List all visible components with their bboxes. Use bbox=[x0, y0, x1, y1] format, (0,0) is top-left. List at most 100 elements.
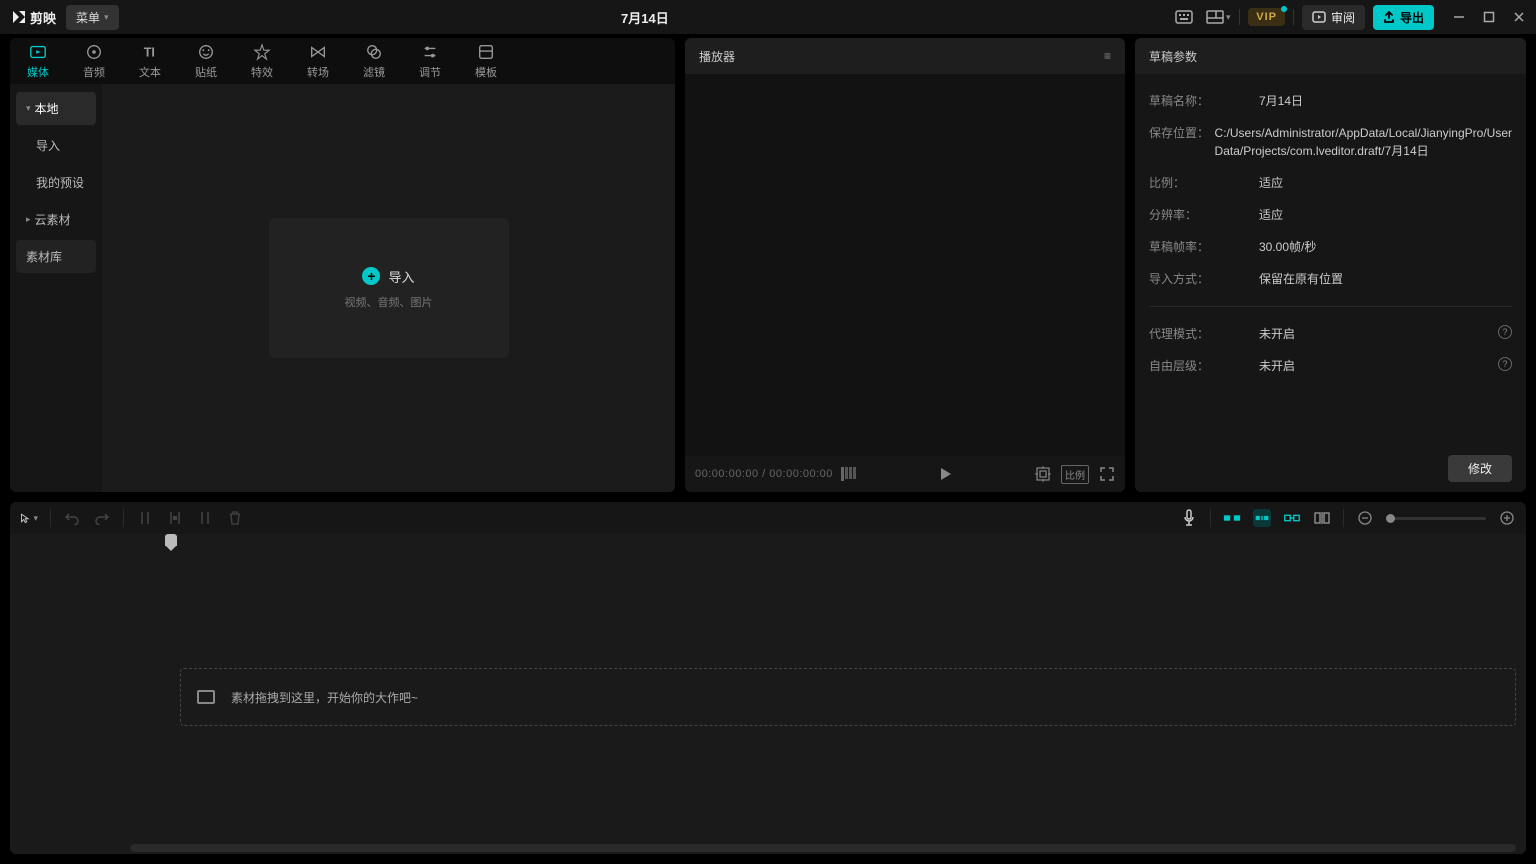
draft-panel: 草稿参数 草稿名称：7月14日 保存位置：C:/Users/Administra… bbox=[1135, 38, 1526, 492]
menu-button[interactable]: 菜单 ▾ bbox=[66, 5, 119, 30]
snapshot-icon[interactable] bbox=[1035, 466, 1051, 482]
svg-text:TI: TI bbox=[144, 45, 155, 59]
sticker-icon bbox=[197, 43, 215, 61]
split-left-button[interactable] bbox=[166, 509, 184, 527]
tab-media[interactable]: 媒体 bbox=[10, 38, 66, 84]
tab-audio[interactable]: 音频 bbox=[66, 38, 122, 84]
timeline-tracks[interactable]: 素材拖拽到这里，开始你的大作吧~ bbox=[10, 534, 1526, 854]
player-menu-icon[interactable]: ≡ bbox=[1104, 49, 1111, 63]
cursor-tool[interactable]: ▾ bbox=[20, 509, 38, 527]
split-right-button[interactable] bbox=[196, 509, 214, 527]
link-icon[interactable] bbox=[1283, 509, 1301, 527]
nav-local[interactable]: 本地 bbox=[16, 92, 96, 125]
modify-button[interactable]: 修改 bbox=[1448, 455, 1512, 482]
split-button[interactable] bbox=[136, 509, 154, 527]
playhead[interactable] bbox=[170, 534, 172, 854]
delete-button[interactable] bbox=[226, 509, 244, 527]
review-icon bbox=[1312, 11, 1326, 23]
timeline-panel: ▾ 素材拖拽到这里，开始你的大作吧~ bbox=[10, 502, 1526, 854]
nav-import[interactable]: 导入 bbox=[16, 129, 96, 162]
video-lane-icon bbox=[197, 690, 215, 704]
preview-cut-icon[interactable] bbox=[1313, 509, 1331, 527]
logo-icon bbox=[10, 8, 28, 26]
layout-icon[interactable]: ▾ bbox=[1205, 6, 1231, 28]
filter-icon bbox=[365, 43, 383, 61]
tab-filter[interactable]: 滤镜 bbox=[346, 38, 402, 84]
text-icon: TI bbox=[141, 43, 159, 61]
mic-icon[interactable] bbox=[1180, 509, 1198, 527]
fullscreen-icon[interactable] bbox=[1099, 466, 1115, 482]
app-logo: 剪映 bbox=[10, 8, 56, 27]
shortcuts-icon[interactable] bbox=[1171, 6, 1197, 28]
player-viewport[interactable] bbox=[685, 74, 1125, 456]
prop-fps-label: 草稿帧率： bbox=[1149, 238, 1259, 256]
zoom-slider[interactable] bbox=[1386, 517, 1486, 520]
prop-free-label: 自由层级： bbox=[1149, 357, 1259, 375]
zoom-in-icon[interactable] bbox=[1498, 509, 1516, 527]
magnet-auto-icon[interactable] bbox=[1253, 509, 1271, 527]
tab-text[interactable]: TI 文本 bbox=[122, 38, 178, 84]
help-icon[interactable]: ? bbox=[1498, 357, 1512, 371]
import-label: 导入 bbox=[388, 267, 414, 286]
export-icon bbox=[1383, 11, 1395, 23]
prop-import-label: 导入方式： bbox=[1149, 270, 1259, 288]
zoom-thumb[interactable] bbox=[1386, 514, 1395, 523]
zoom-out-icon[interactable] bbox=[1356, 509, 1374, 527]
player-panel: 播放器 ≡ 00:00:00:00 / 00:00:00:00 比例 bbox=[685, 38, 1125, 492]
audio-icon bbox=[85, 43, 103, 61]
effect-icon bbox=[253, 43, 271, 61]
plus-icon: + bbox=[362, 267, 380, 285]
timeline-hint: 素材拖拽到这里，开始你的大作吧~ bbox=[231, 689, 418, 706]
magnet-main-icon[interactable] bbox=[1223, 509, 1241, 527]
redo-button[interactable] bbox=[93, 509, 111, 527]
import-subtitle: 视频、音频、图片 bbox=[345, 294, 433, 310]
menu-label: 菜单 bbox=[76, 9, 100, 26]
prop-path-value: C:/Users/Administrator/AppData/Local/Jia… bbox=[1215, 124, 1512, 160]
prop-name-label: 草稿名称： bbox=[1149, 92, 1259, 110]
template-icon bbox=[477, 43, 495, 61]
tab-transition[interactable]: 转场 bbox=[290, 38, 346, 84]
prop-free-value: 未开启 bbox=[1259, 357, 1498, 375]
prop-ratio-value: 适应 bbox=[1259, 174, 1512, 192]
nav-library[interactable]: 素材库 bbox=[16, 240, 96, 273]
tab-sticker[interactable]: 贴纸 bbox=[178, 38, 234, 84]
help-icon[interactable]: ? bbox=[1498, 325, 1512, 339]
close-button[interactable] bbox=[1512, 10, 1526, 24]
minimize-button[interactable] bbox=[1452, 10, 1466, 24]
notification-dot-icon bbox=[1281, 6, 1287, 12]
vip-badge[interactable]: VIP bbox=[1248, 8, 1285, 26]
prop-path-label: 保存位置： bbox=[1149, 124, 1215, 160]
media-icon bbox=[29, 43, 47, 61]
media-tabs: 媒体 音频 TI 文本 贴纸 特效 转场 bbox=[10, 38, 675, 84]
separator bbox=[1210, 509, 1211, 527]
separator bbox=[1293, 9, 1294, 25]
selection-indicator-icon[interactable] bbox=[841, 467, 856, 481]
playhead-handle-icon[interactable] bbox=[165, 534, 177, 546]
export-button[interactable]: 导出 bbox=[1373, 5, 1434, 30]
draft-title: 草稿参数 bbox=[1149, 48, 1197, 65]
player-time: 00:00:00:00 / 00:00:00:00 bbox=[695, 468, 833, 480]
media-panel: 媒体 音频 TI 文本 贴纸 特效 转场 bbox=[10, 38, 675, 492]
transition-icon bbox=[309, 43, 327, 61]
ratio-button[interactable]: 比例 bbox=[1061, 465, 1089, 484]
maximize-button[interactable] bbox=[1482, 10, 1496, 24]
import-dropzone[interactable]: + 导入 视频、音频、图片 bbox=[269, 218, 509, 358]
prop-res-value: 适应 bbox=[1259, 206, 1512, 224]
timeline-drop-lane[interactable]: 素材拖拽到这里，开始你的大作吧~ bbox=[180, 668, 1516, 726]
prop-proxy-value: 未开启 bbox=[1259, 325, 1498, 343]
review-button[interactable]: 审阅 bbox=[1302, 5, 1365, 30]
timeline-scrollbar[interactable] bbox=[130, 844, 1516, 852]
prop-fps-value: 30.00帧/秒 bbox=[1259, 238, 1512, 256]
player-title: 播放器 bbox=[699, 48, 735, 65]
tab-template[interactable]: 模板 bbox=[458, 38, 514, 84]
adjust-icon bbox=[421, 43, 439, 61]
prop-res-label: 分辨率： bbox=[1149, 206, 1259, 224]
nav-cloud[interactable]: 云素材 bbox=[16, 203, 96, 236]
play-button[interactable] bbox=[937, 466, 953, 482]
nav-my-presets[interactable]: 我的预设 bbox=[16, 166, 96, 199]
tab-effect[interactable]: 特效 bbox=[234, 38, 290, 84]
tab-adjust[interactable]: 调节 bbox=[402, 38, 458, 84]
undo-button[interactable] bbox=[63, 509, 81, 527]
chevron-down-icon: ▾ bbox=[104, 12, 109, 23]
prop-proxy-label: 代理模式： bbox=[1149, 325, 1259, 343]
